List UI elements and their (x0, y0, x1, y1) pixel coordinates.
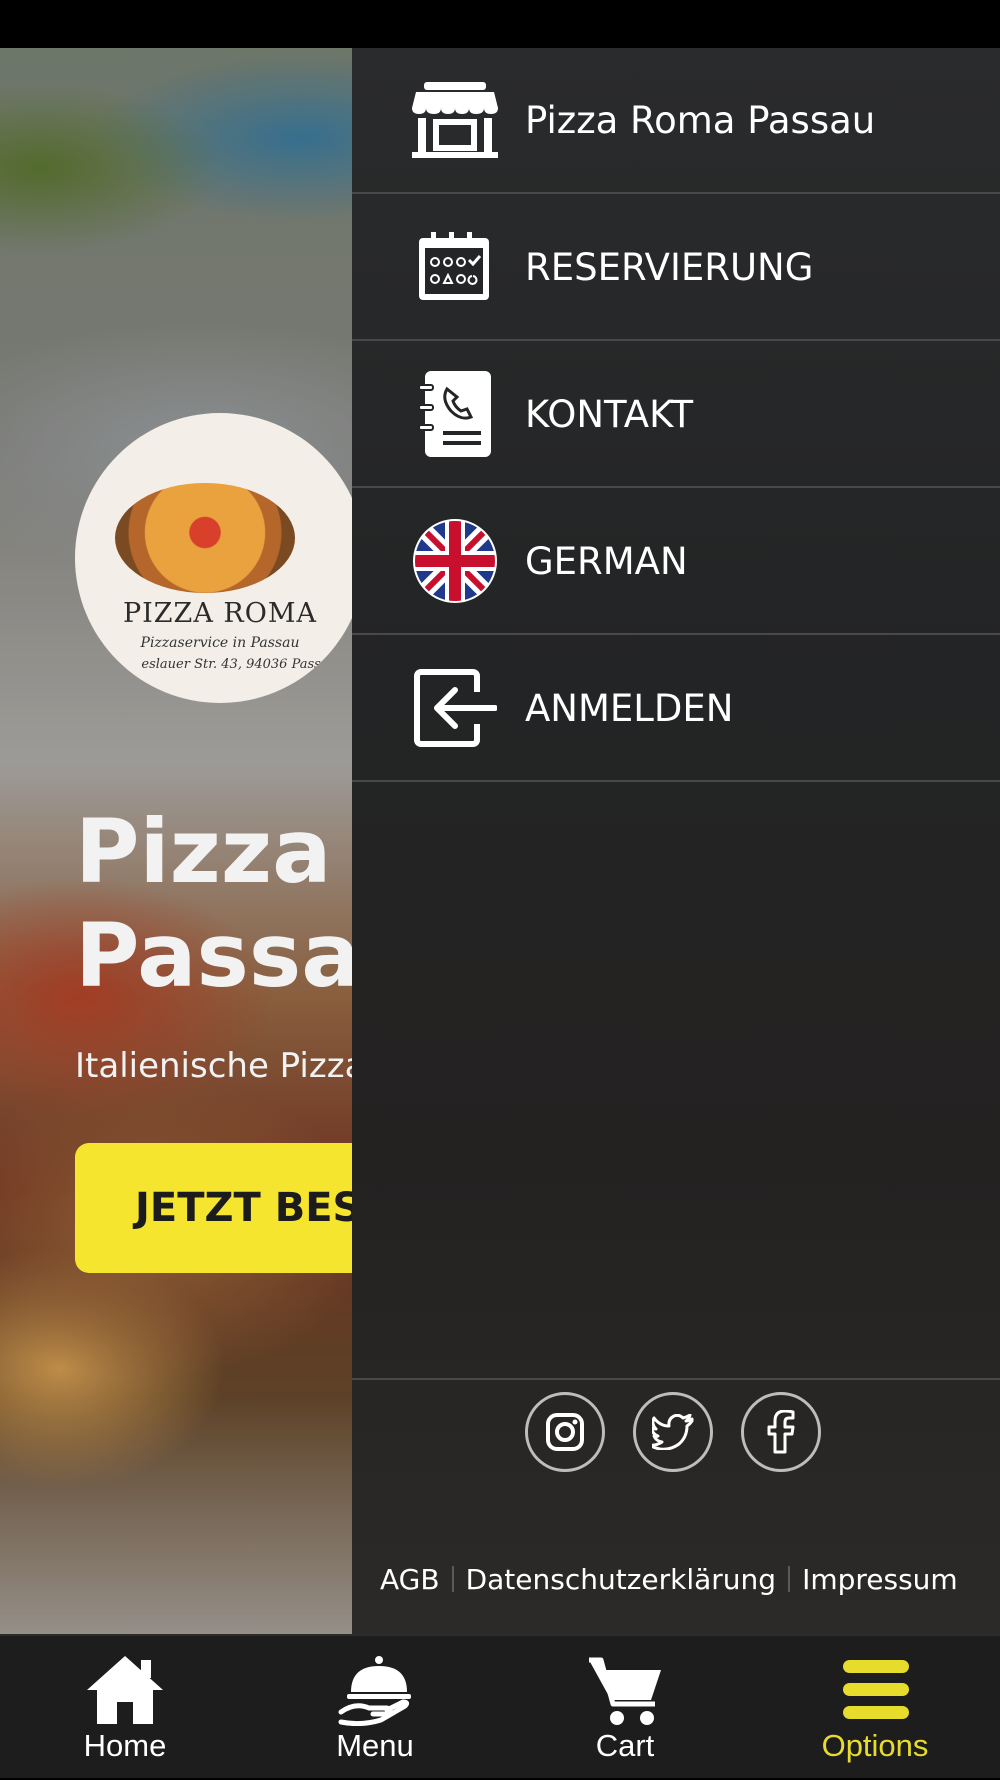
restaurant-logo: PIZZA ROMA Pizzaservice in Passau eslaue… (75, 413, 365, 703)
store-icon (410, 75, 500, 165)
nav-options[interactable]: Options (750, 1636, 1000, 1780)
status-bar (0, 0, 1000, 48)
login-icon (410, 663, 500, 753)
calendar-icon (410, 222, 500, 312)
legal-separator (451, 1566, 454, 1592)
cart-icon (585, 1654, 665, 1726)
imprint-link[interactable]: Impressum (802, 1563, 958, 1596)
nav-cart[interactable]: Cart (500, 1636, 750, 1780)
nav-label: Menu (336, 1728, 414, 1763)
agb-link[interactable]: AGB (380, 1563, 440, 1596)
nav-label: Home (83, 1728, 167, 1763)
uk-flag-icon (410, 516, 500, 606)
twitter-icon[interactable] (633, 1392, 713, 1472)
nav-home[interactable]: Home (0, 1636, 250, 1780)
drawer-item-label: RESERVIERUNG (525, 245, 814, 289)
hero-subtitle: Italienische Pizza (75, 1046, 366, 1086)
drawer-item-contact[interactable]: KONTAKT (352, 342, 1000, 488)
facebook-icon[interactable] (741, 1392, 821, 1472)
drawer-item-reservation[interactable]: RESERVIERUNG (352, 195, 1000, 341)
drawer-item-label: ANMELDEN (525, 686, 734, 730)
drawer-item-label: KONTAKT (525, 392, 694, 436)
logo-title: PIZZA ROMA (122, 598, 318, 629)
drawer-item-label: GERMAN (525, 539, 688, 583)
contact-book-icon (410, 369, 500, 459)
instagram-icon[interactable] (525, 1392, 605, 1472)
drawer-item-language[interactable]: GERMAN (352, 489, 1000, 635)
pizza-illustration (115, 483, 295, 593)
nav-menu[interactable]: Menu (250, 1636, 500, 1780)
legal-links: AGB Datenschutzerklärung Impressum (380, 1563, 990, 1596)
legal-separator (788, 1566, 791, 1592)
options-drawer: Pizza Roma Passau RESERVIERUNG KONTAKT G… (352, 48, 1000, 1634)
drawer-divider (352, 1378, 1000, 1380)
privacy-link[interactable]: Datenschutzerklärung (466, 1563, 777, 1596)
bottom-navigation: Home Menu Cart Options (0, 1634, 1000, 1778)
drawer-item-restaurant[interactable]: Pizza Roma Passau (352, 48, 1000, 194)
logo-address: eslauer Str. 43, 94036 Passa (141, 657, 329, 672)
drawer-item-label: Pizza Roma Passau (525, 98, 876, 142)
home-icon (85, 1654, 165, 1726)
menu-bars-icon (835, 1654, 915, 1726)
nav-label: Options (821, 1728, 929, 1763)
logo-subtitle: Pizzaservice in Passau (140, 635, 300, 651)
drawer-item-login[interactable]: ANMELDEN (352, 636, 1000, 782)
cloche-icon (335, 1654, 415, 1727)
nav-label: Cart (595, 1728, 655, 1763)
